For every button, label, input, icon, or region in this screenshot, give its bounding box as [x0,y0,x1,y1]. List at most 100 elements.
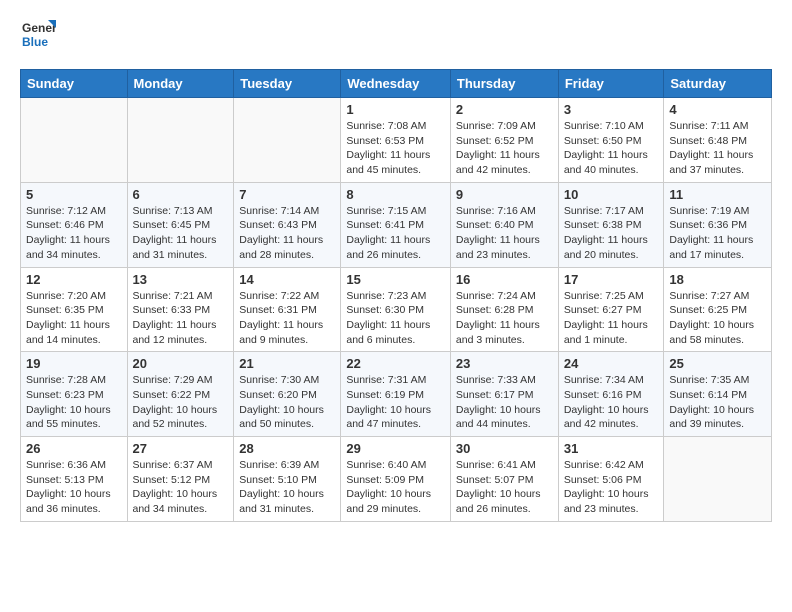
day-number: 16 [456,272,553,287]
day-info-line: Sunrise: 7:21 AM [133,289,229,304]
day-number: 10 [564,187,659,202]
day-number: 31 [564,441,659,456]
day-info-line: Sunrise: 6:37 AM [133,458,229,473]
day-info-line: Daylight: 11 hours and 23 minutes. [456,233,553,262]
day-info-line: Sunrise: 7:20 AM [26,289,122,304]
day-info-line: Daylight: 11 hours and 37 minutes. [669,148,766,177]
day-info-line: Sunset: 5:06 PM [564,473,659,488]
day-number: 22 [346,356,445,371]
day-number: 18 [669,272,766,287]
day-info-line: Daylight: 11 hours and 28 minutes. [239,233,335,262]
day-number: 4 [669,102,766,117]
calendar-day-cell: 30Sunrise: 6:41 AMSunset: 5:07 PMDayligh… [450,437,558,522]
weekday-header-thursday: Thursday [450,70,558,98]
day-info-line: Sunrise: 7:19 AM [669,204,766,219]
calendar-day-cell: 12Sunrise: 7:20 AMSunset: 6:35 PMDayligh… [21,267,128,352]
day-info-line: Sunset: 6:17 PM [456,388,553,403]
day-info-line: Sunrise: 7:33 AM [456,373,553,388]
day-info-line: Sunset: 5:07 PM [456,473,553,488]
calendar-day-cell: 22Sunrise: 7:31 AMSunset: 6:19 PMDayligh… [341,352,451,437]
day-info-line: Sunrise: 7:16 AM [456,204,553,219]
calendar-day-cell: 20Sunrise: 7:29 AMSunset: 6:22 PMDayligh… [127,352,234,437]
calendar-day-cell: 7Sunrise: 7:14 AMSunset: 6:43 PMDaylight… [234,182,341,267]
day-number: 24 [564,356,659,371]
day-info-line: Sunrise: 7:15 AM [346,204,445,219]
weekday-header-sunday: Sunday [21,70,128,98]
weekday-header-wednesday: Wednesday [341,70,451,98]
day-number: 20 [133,356,229,371]
day-number: 1 [346,102,445,117]
day-info-line: Daylight: 11 hours and 6 minutes. [346,318,445,347]
calendar-week-row: 19Sunrise: 7:28 AMSunset: 6:23 PMDayligh… [21,352,772,437]
header: General Blue [20,16,772,57]
day-info-line: Sunset: 6:33 PM [133,303,229,318]
calendar-day-cell: 29Sunrise: 6:40 AMSunset: 5:09 PMDayligh… [341,437,451,522]
day-info-line: Daylight: 11 hours and 3 minutes. [456,318,553,347]
calendar-day-cell: 6Sunrise: 7:13 AMSunset: 6:45 PMDaylight… [127,182,234,267]
day-info-line: Sunrise: 7:24 AM [456,289,553,304]
calendar-day-cell: 27Sunrise: 6:37 AMSunset: 5:12 PMDayligh… [127,437,234,522]
day-info-line: Sunrise: 7:27 AM [669,289,766,304]
day-info-line: Daylight: 10 hours and 55 minutes. [26,403,122,432]
day-number: 6 [133,187,229,202]
day-info-line: Sunrise: 7:13 AM [133,204,229,219]
calendar-day-cell: 2Sunrise: 7:09 AMSunset: 6:52 PMDaylight… [450,98,558,183]
calendar-day-cell [234,98,341,183]
day-info-line: Daylight: 10 hours and 34 minutes. [133,487,229,516]
day-info-line: Sunset: 6:35 PM [26,303,122,318]
calendar-week-row: 12Sunrise: 7:20 AMSunset: 6:35 PMDayligh… [21,267,772,352]
day-info-line: Sunrise: 7:30 AM [239,373,335,388]
day-number: 25 [669,356,766,371]
day-info-line: Sunrise: 7:09 AM [456,119,553,134]
day-number: 19 [26,356,122,371]
calendar-day-cell: 31Sunrise: 6:42 AMSunset: 5:06 PMDayligh… [558,437,664,522]
calendar-day-cell: 24Sunrise: 7:34 AMSunset: 6:16 PMDayligh… [558,352,664,437]
day-info-line: Daylight: 11 hours and 45 minutes. [346,148,445,177]
day-info-line: Daylight: 10 hours and 50 minutes. [239,403,335,432]
calendar-day-cell: 25Sunrise: 7:35 AMSunset: 6:14 PMDayligh… [664,352,772,437]
day-info-line: Sunset: 6:20 PM [239,388,335,403]
calendar-day-cell [127,98,234,183]
calendar-day-cell: 19Sunrise: 7:28 AMSunset: 6:23 PMDayligh… [21,352,128,437]
day-info-line: Daylight: 10 hours and 31 minutes. [239,487,335,516]
day-number: 28 [239,441,335,456]
day-info-line: Sunset: 6:16 PM [564,388,659,403]
day-info-line: Sunrise: 7:17 AM [564,204,659,219]
calendar-day-cell: 1Sunrise: 7:08 AMSunset: 6:53 PMDaylight… [341,98,451,183]
day-info-line: Sunrise: 7:10 AM [564,119,659,134]
day-number: 23 [456,356,553,371]
day-info-line: Daylight: 10 hours and 42 minutes. [564,403,659,432]
day-info-line: Sunset: 6:31 PM [239,303,335,318]
day-info-line: Sunset: 6:23 PM [26,388,122,403]
calendar-day-cell: 28Sunrise: 6:39 AMSunset: 5:10 PMDayligh… [234,437,341,522]
day-info-line: Sunrise: 6:42 AM [564,458,659,473]
day-info-line: Daylight: 11 hours and 26 minutes. [346,233,445,262]
calendar-day-cell: 18 Sunrise: 7:27 AMSunset: 6:25 PMDayligh… [664,267,772,352]
day-number: 14 [239,272,335,287]
calendar-table: SundayMondayTuesdayWednesdayThursdayFrid… [20,69,772,522]
day-info-line: Sunrise: 7:35 AM [669,373,766,388]
day-info-line: Daylight: 10 hours and 29 minutes. [346,487,445,516]
day-number: 15 [346,272,445,287]
day-info-line: Daylight: 11 hours and 12 minutes. [133,318,229,347]
day-info-line: Sunset: 5:12 PM [133,473,229,488]
day-info-line: Sunset: 6:25 PM [669,303,766,318]
day-info-line: Daylight: 11 hours and 9 minutes. [239,318,335,347]
day-number: 11 [669,187,766,202]
calendar-day-cell [664,437,772,522]
day-info-line: Daylight: 11 hours and 34 minutes. [26,233,122,262]
day-info-line: Sunrise: 7:14 AM [239,204,335,219]
day-info-line: Sunrise: 6:41 AM [456,458,553,473]
day-info-line: Sunrise: 7:23 AM [346,289,445,304]
calendar-week-row: 1Sunrise: 7:08 AMSunset: 6:53 PMDaylight… [21,98,772,183]
day-info-line: Daylight: 10 hours and 58 minutes. [669,318,766,347]
day-info-line: Sunset: 6:53 PM [346,134,445,149]
calendar-day-cell: 4Sunrise: 7:11 AMSunset: 6:48 PMDaylight… [664,98,772,183]
day-info-line: Daylight: 10 hours and 47 minutes. [346,403,445,432]
day-info-line: Sunrise: 7:11 AM [669,119,766,134]
day-info-line: Sunset: 6:45 PM [133,218,229,233]
day-info-line: Sunrise: 6:36 AM [26,458,122,473]
calendar-day-cell: 16Sunrise: 7:24 AMSunset: 6:28 PMDayligh… [450,267,558,352]
day-number: 2 [456,102,553,117]
day-number: 5 [26,187,122,202]
